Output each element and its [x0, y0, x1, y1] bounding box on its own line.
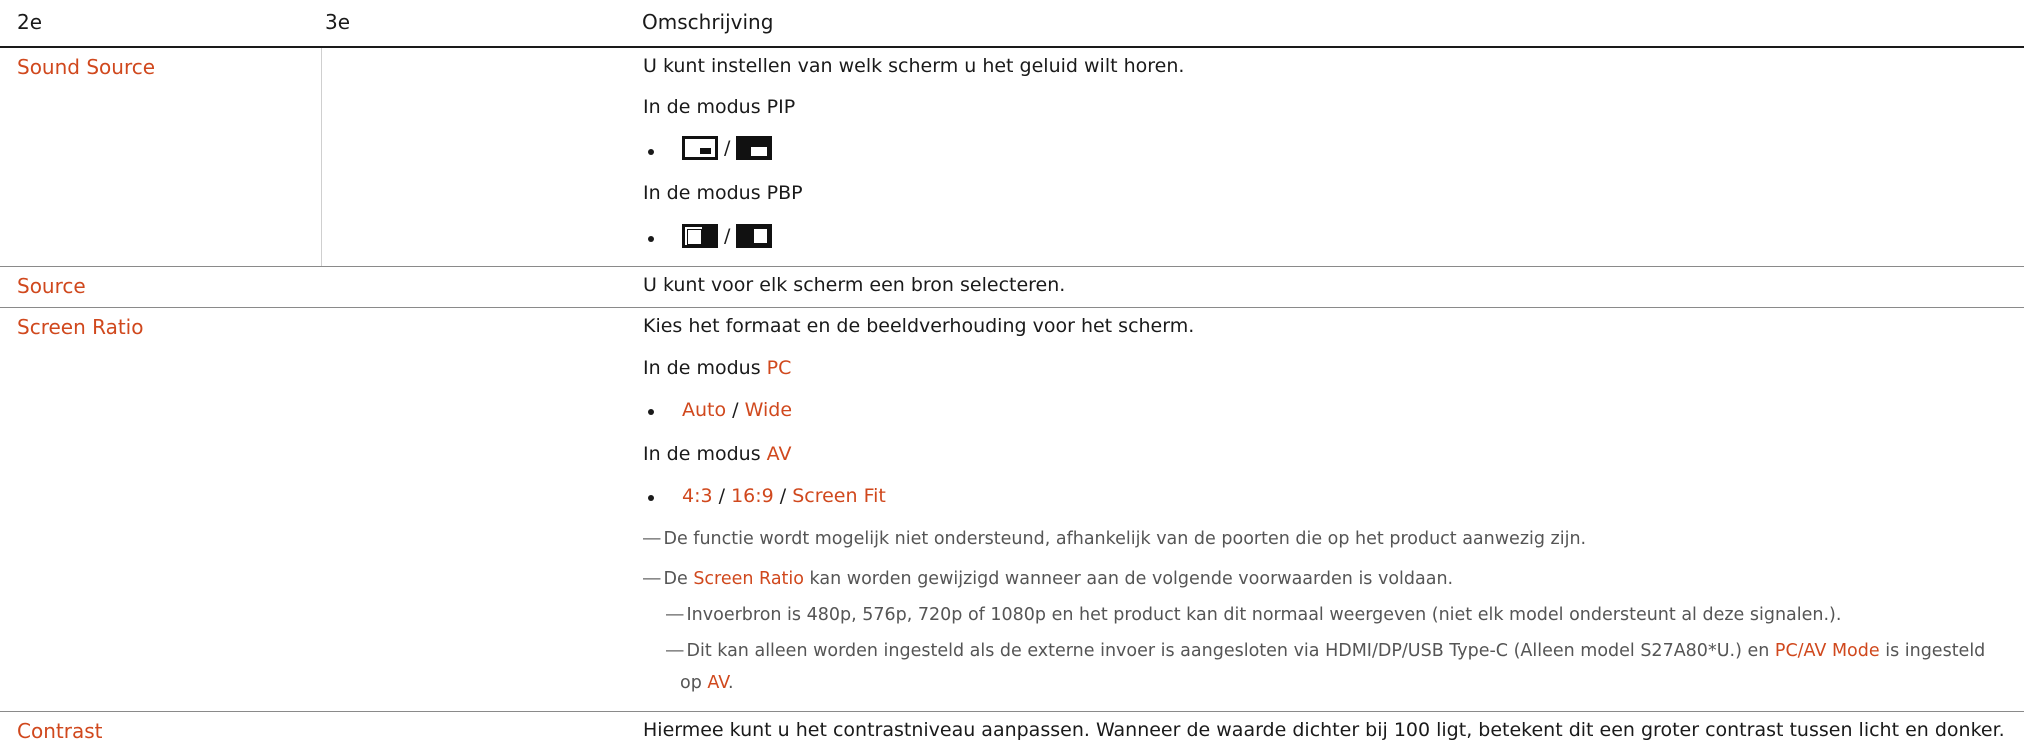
- dash-icon: ―: [666, 641, 684, 661]
- slash: /: [724, 224, 731, 247]
- note-text: Dit kan alleen worden ingesteld als de e…: [686, 641, 1775, 661]
- bullet: [648, 149, 654, 155]
- dash-icon: ―: [643, 569, 661, 589]
- source-description: U kunt voor elk scherm een bron selecter…: [643, 274, 1066, 296]
- sound-source-pip-mode: In de modus PIP: [643, 96, 796, 118]
- screen-ratio-description: Kies het formaat en de beeldverhouding v…: [643, 315, 1195, 337]
- pip-small-window-icon: [682, 136, 718, 160]
- sound-source-pbp-mode: In de modus PBP: [643, 182, 803, 204]
- header-col-2e: 2e: [17, 10, 43, 34]
- row-divider: [0, 307, 2024, 308]
- header-col-3e: 3e: [325, 10, 351, 34]
- pbp-right-active-icon: [736, 224, 773, 248]
- slash: /: [726, 399, 745, 421]
- dash-icon: ―: [666, 605, 684, 625]
- option-screen-fit: Screen Fit: [792, 485, 886, 507]
- pip-icons: /: [682, 136, 773, 160]
- note-input-source: ― Invoerbron is 480p, 576p, 720p of 1080p…: [666, 605, 1841, 625]
- slash: /: [724, 136, 731, 159]
- note-text: .: [727, 673, 734, 693]
- note-text: Invoerbron is 480p, 576p, 720p of 1080p …: [686, 605, 1842, 625]
- contrast-description: Hiermee kunt u het contrastniveau aanpas…: [643, 719, 2005, 741]
- note-text: De functie wordt mogelijk niet ondersteu…: [663, 529, 1587, 549]
- column-separator: [321, 48, 322, 266]
- note-external-input: ― Dit kan alleen worden ingesteld als de …: [666, 641, 1985, 661]
- option-4-3: 4:3: [682, 485, 713, 507]
- table-header: 2e 3e Omschrijving: [0, 0, 2024, 48]
- note-term: Screen Ratio: [693, 569, 804, 589]
- note-text: is ingesteld: [1879, 641, 1986, 661]
- screen-ratio-pc-mode: In de modus PC: [643, 357, 791, 379]
- option-wide: Wide: [744, 399, 793, 421]
- note-term: AV: [707, 673, 728, 693]
- mode-av: AV: [766, 443, 792, 465]
- note-term: PC/AV Mode: [1774, 641, 1880, 661]
- option-auto: Auto: [682, 399, 727, 421]
- slash: /: [773, 485, 793, 507]
- pbp-icons: /: [682, 224, 773, 248]
- note-external-input-cont: op AV.: [680, 673, 734, 693]
- row-label-contrast: Contrast: [17, 719, 103, 743]
- av-options: 4:3 / 16:9 / Screen Fit: [682, 485, 886, 507]
- pbp-left-active-icon: [682, 224, 718, 248]
- row-label-source: Source: [17, 274, 86, 298]
- bullet: [648, 495, 654, 501]
- row-divider: [0, 266, 2024, 267]
- pip-large-window-icon: [736, 136, 773, 160]
- pc-options: Auto / Wide: [682, 399, 792, 421]
- row-divider: [0, 711, 2024, 712]
- mode-prefix: In de modus: [643, 443, 767, 465]
- bullet: [648, 236, 654, 242]
- mode-prefix: In de modus: [643, 357, 767, 379]
- screen-ratio-av-mode: In de modus AV: [643, 443, 791, 465]
- slash: /: [712, 485, 732, 507]
- row-label-screen-ratio: Screen Ratio: [17, 315, 144, 339]
- option-16-9: 16:9: [731, 485, 774, 507]
- bullet: [648, 409, 654, 415]
- note-text: kan worden gewijzigd wanneer aan de volg…: [803, 569, 1454, 589]
- dash-icon: ―: [643, 529, 661, 549]
- sound-source-description: U kunt instellen van welk scherm u het g…: [643, 55, 1185, 77]
- note-conditions: ― De Screen Ratio kan worden gewijzigd wa…: [643, 569, 1453, 589]
- row-label-sound-source: Sound Source: [17, 55, 156, 79]
- mode-pc: PC: [766, 357, 792, 379]
- note-ports: ― De functie wordt mogelijk niet onderste…: [643, 529, 1586, 549]
- note-text: De: [663, 569, 694, 589]
- header-col-description: Omschrijving: [642, 10, 774, 34]
- note-text: op: [680, 673, 708, 693]
